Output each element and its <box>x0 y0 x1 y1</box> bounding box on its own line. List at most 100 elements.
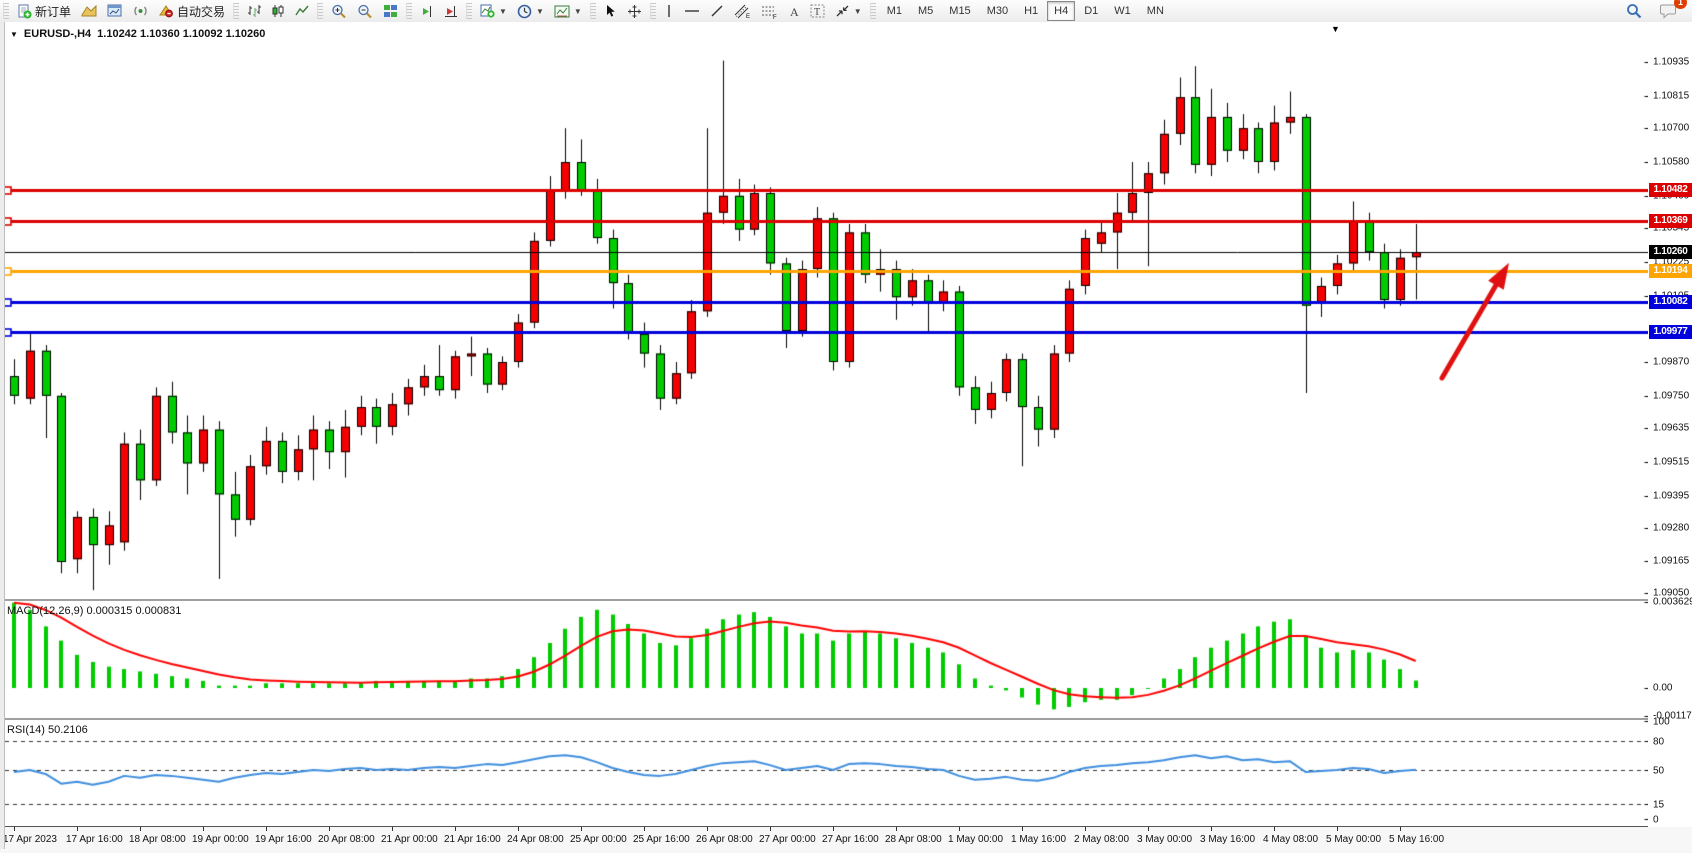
price-chart-pane[interactable]: ▼ EURUSD-,H4 1.10242 1.10360 1.10092 1.1… <box>0 22 1692 599</box>
templates-icon <box>554 5 570 18</box>
timeframe-button-m30[interactable]: M30 <box>980 1 1015 21</box>
macd-tick-label: 0.00 <box>1653 683 1672 694</box>
market-watch-icon <box>107 4 123 18</box>
svg-text:E: E <box>746 14 750 19</box>
time-axis-label: 5 May 00:00 <box>1326 834 1381 845</box>
time-axis-tick <box>1211 827 1212 831</box>
timeframe-button-d1[interactable]: D1 <box>1077 1 1105 21</box>
timeframe-button-m5[interactable]: M5 <box>911 1 940 21</box>
macd-indicator-pane[interactable]: MACD(12,26,9) 0.000315 0.000831 <box>0 599 1692 718</box>
notification-count-badge: 1 <box>1674 0 1687 9</box>
search-icon <box>1626 3 1642 19</box>
autotrading-label: 自动交易 <box>177 3 225 20</box>
toolbar-grip <box>317 3 323 19</box>
auto-scroll-button[interactable] <box>415 0 439 22</box>
price-tick-label: 1.09280 <box>1653 523 1689 534</box>
timeframe-button-m15[interactable]: M15 <box>942 1 977 21</box>
text-label-tool-button[interactable]: T <box>805 0 830 22</box>
timeframe-button-mn[interactable]: MN <box>1140 1 1171 21</box>
equidistant-channel-icon: E <box>734 4 751 19</box>
time-axis-tick <box>77 827 78 831</box>
chart-profiles-button[interactable] <box>76 0 102 22</box>
macd-canvas[interactable] <box>0 601 1692 718</box>
autotrading-button[interactable]: 自动交易 <box>153 0 230 22</box>
bar-chart-icon <box>247 4 261 18</box>
candlestick-icon <box>271 4 285 18</box>
periods-button[interactable]: ▼ <box>512 0 549 22</box>
text-tool-button[interactable]: A <box>783 0 805 22</box>
svg-text:A: A <box>790 5 799 18</box>
toolbar-grip <box>466 3 472 19</box>
price-tick-label: 1.09165 <box>1653 555 1689 566</box>
fibonacci-tool-button[interactable]: F <box>756 0 783 22</box>
window-left-border <box>0 22 5 849</box>
trendline-tool-button[interactable] <box>705 0 729 22</box>
time-axis-tick <box>1085 827 1086 831</box>
chart-shift-button[interactable] <box>439 0 463 22</box>
rsi-tick-label: 15 <box>1653 800 1664 811</box>
horizontal-line-tool-button[interactable] <box>679 0 705 22</box>
timeframe-button-h1[interactable]: H1 <box>1017 1 1045 21</box>
new-order-button[interactable]: 新订单 <box>12 0 76 22</box>
signals-button[interactable] <box>128 0 153 22</box>
time-axis-tick <box>1274 827 1275 831</box>
time-axis-label: 1 May 00:00 <box>948 834 1003 845</box>
time-axis-label: 25 Apr 00:00 <box>570 834 627 845</box>
market-watch-button[interactable] <box>102 0 128 22</box>
time-axis-tick <box>833 827 834 831</box>
time-axis-tick <box>707 827 708 831</box>
time-axis[interactable]: 17 Apr 202317 Apr 16:0018 Apr 08:0019 Ap… <box>0 827 1692 853</box>
price-chart-canvas[interactable] <box>0 22 1692 599</box>
rsi-canvas[interactable] <box>0 720 1692 826</box>
price-tick-label: 1.09395 <box>1653 490 1689 501</box>
timeframe-button-h4[interactable]: H4 <box>1047 1 1075 21</box>
time-axis-label: 3 May 00:00 <box>1137 834 1192 845</box>
arrows-tool-icon <box>835 4 850 18</box>
chart-ohlc-values: 1.10242 1.10360 1.10092 1.10260 <box>97 28 265 40</box>
notifications-button[interactable]: 1 <box>1655 0 1682 22</box>
time-axis-label: 27 Apr 16:00 <box>822 834 879 845</box>
rsi-indicator-pane[interactable]: RSI(14) 50.2106 <box>0 718 1692 827</box>
time-axis-label: 21 Apr 16:00 <box>444 834 501 845</box>
time-axis-tick <box>1148 827 1149 831</box>
new-order-label: 新订单 <box>35 3 71 20</box>
arrows-tool-button[interactable]: ▼ <box>830 0 867 22</box>
cursor-icon <box>604 4 617 18</box>
text-icon: A <box>788 5 800 18</box>
price-tick-label: 1.10935 <box>1653 57 1689 68</box>
time-axis-tick <box>1337 827 1338 831</box>
trendline-icon <box>710 4 724 18</box>
rsi-tick-label: 0 <box>1653 815 1659 826</box>
price-line-badge: 1.10194 <box>1649 264 1692 278</box>
svg-text:T: T <box>814 7 820 18</box>
bar-chart-mode-button[interactable] <box>242 0 266 22</box>
cursor-tool-button[interactable] <box>599 0 622 22</box>
crosshair-tool-button[interactable] <box>622 0 647 22</box>
time-axis-label: 2 May 08:00 <box>1074 834 1129 845</box>
line-chart-mode-button[interactable] <box>290 0 314 22</box>
timeframe-button-m1[interactable]: M1 <box>880 1 909 21</box>
autotrading-icon <box>158 4 174 18</box>
time-axis-label: 4 May 08:00 <box>1263 834 1318 845</box>
fibonacci-icon: F <box>761 4 778 19</box>
equidistant-channel-tool-button[interactable]: E <box>729 0 756 22</box>
toolbar-grip <box>3 3 9 19</box>
zoom-out-button[interactable] <box>352 0 378 22</box>
price-tick-label: 1.09515 <box>1653 457 1689 468</box>
trading-platform-window: 新订单 自动交易 <box>0 0 1692 853</box>
tile-windows-button[interactable] <box>378 0 403 22</box>
candlestick-mode-button[interactable] <box>266 0 290 22</box>
vertical-line-tool-button[interactable] <box>659 0 679 22</box>
time-axis-tick <box>140 827 141 831</box>
rsi-tick-label: 100 <box>1653 717 1670 728</box>
time-axis-tick <box>518 827 519 831</box>
indicators-button[interactable]: ▼ <box>475 0 512 22</box>
timeframe-button-w1[interactable]: W1 <box>1107 1 1138 21</box>
price-axis[interactable]: 1.109351.108151.107001.105801.104601.103… <box>1648 22 1692 827</box>
templates-button[interactable]: ▼ <box>549 0 587 22</box>
chart-title-collapse-icon[interactable]: ▼ <box>10 30 18 39</box>
price-line-badge: 1.10482 <box>1649 183 1692 197</box>
zoom-in-button[interactable] <box>326 0 352 22</box>
search-button[interactable] <box>1621 0 1647 22</box>
time-axis-tick <box>392 827 393 831</box>
